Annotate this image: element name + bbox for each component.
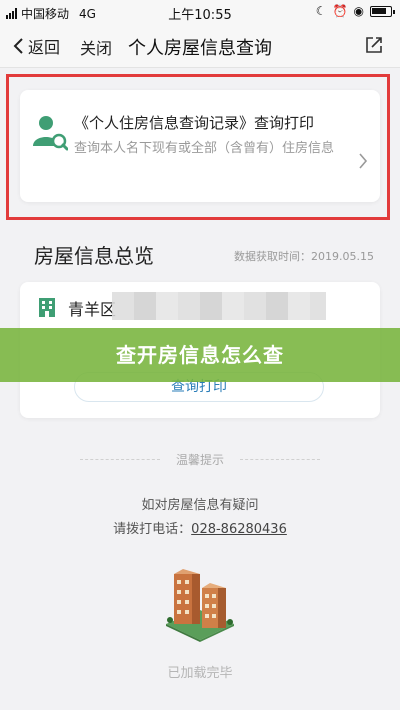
page-title: 个人房屋信息查询 (128, 38, 272, 59)
redacted-address (112, 292, 326, 320)
overview-title: 房屋信息总览 (34, 244, 154, 268)
tips-label: 温馨提示 (175, 453, 224, 467)
close-button[interactable]: 关闭 (80, 35, 112, 59)
record-card-description: 查询本人名下现有或全部（含曾有）住房信息 (74, 141, 335, 156)
record-query-card[interactable]: 《个人住房信息查询记录》查询打印 查询本人名下现有或全部（含曾有）住房信息 (20, 90, 380, 202)
share-button[interactable] (364, 35, 384, 59)
tips-divider: 温馨提示 (0, 450, 400, 468)
record-card-title: 《个人住房信息查询记录》查询打印 (74, 114, 315, 132)
chevron-left-icon (13, 38, 23, 54)
person-search-icon (32, 114, 69, 156)
back-label: 返回 (28, 38, 61, 57)
status-right: ☾ ⏰ ◉ (315, 4, 395, 18)
house-name: 青羊区 (68, 300, 117, 319)
loaded-complete-text: 已加载完毕 (167, 666, 233, 681)
help-question: 如对房屋信息有疑问 (141, 498, 259, 513)
battery-icon (370, 5, 395, 17)
nav-bar: 返回 关闭 个人房屋信息查询 (0, 24, 400, 68)
phone-prefix: 请拨打电话： (113, 522, 192, 537)
fetch-time: 数据获取时间：2019.05.15 (234, 250, 374, 263)
share-icon (366, 37, 382, 53)
tips-line-right (240, 459, 320, 460)
phone-number-link[interactable]: 028-86280436 (191, 522, 287, 537)
chevron-right-icon (358, 152, 368, 174)
building-icon (36, 296, 58, 322)
back-button[interactable]: 返回 (12, 34, 60, 58)
location-icon: ◉ (353, 4, 364, 18)
buildings-illustration (162, 558, 238, 646)
alarm-icon: ⏰ (332, 4, 348, 18)
status-bar: 中国移动 4G 上午10:55 ☾ ⏰ ◉ (0, 0, 400, 24)
moon-icon: ☾ (315, 4, 327, 18)
overlay-banner: 查开房信息怎么查 (0, 328, 400, 382)
phone-line: 请拨打电话：028-86280436 (0, 518, 400, 537)
